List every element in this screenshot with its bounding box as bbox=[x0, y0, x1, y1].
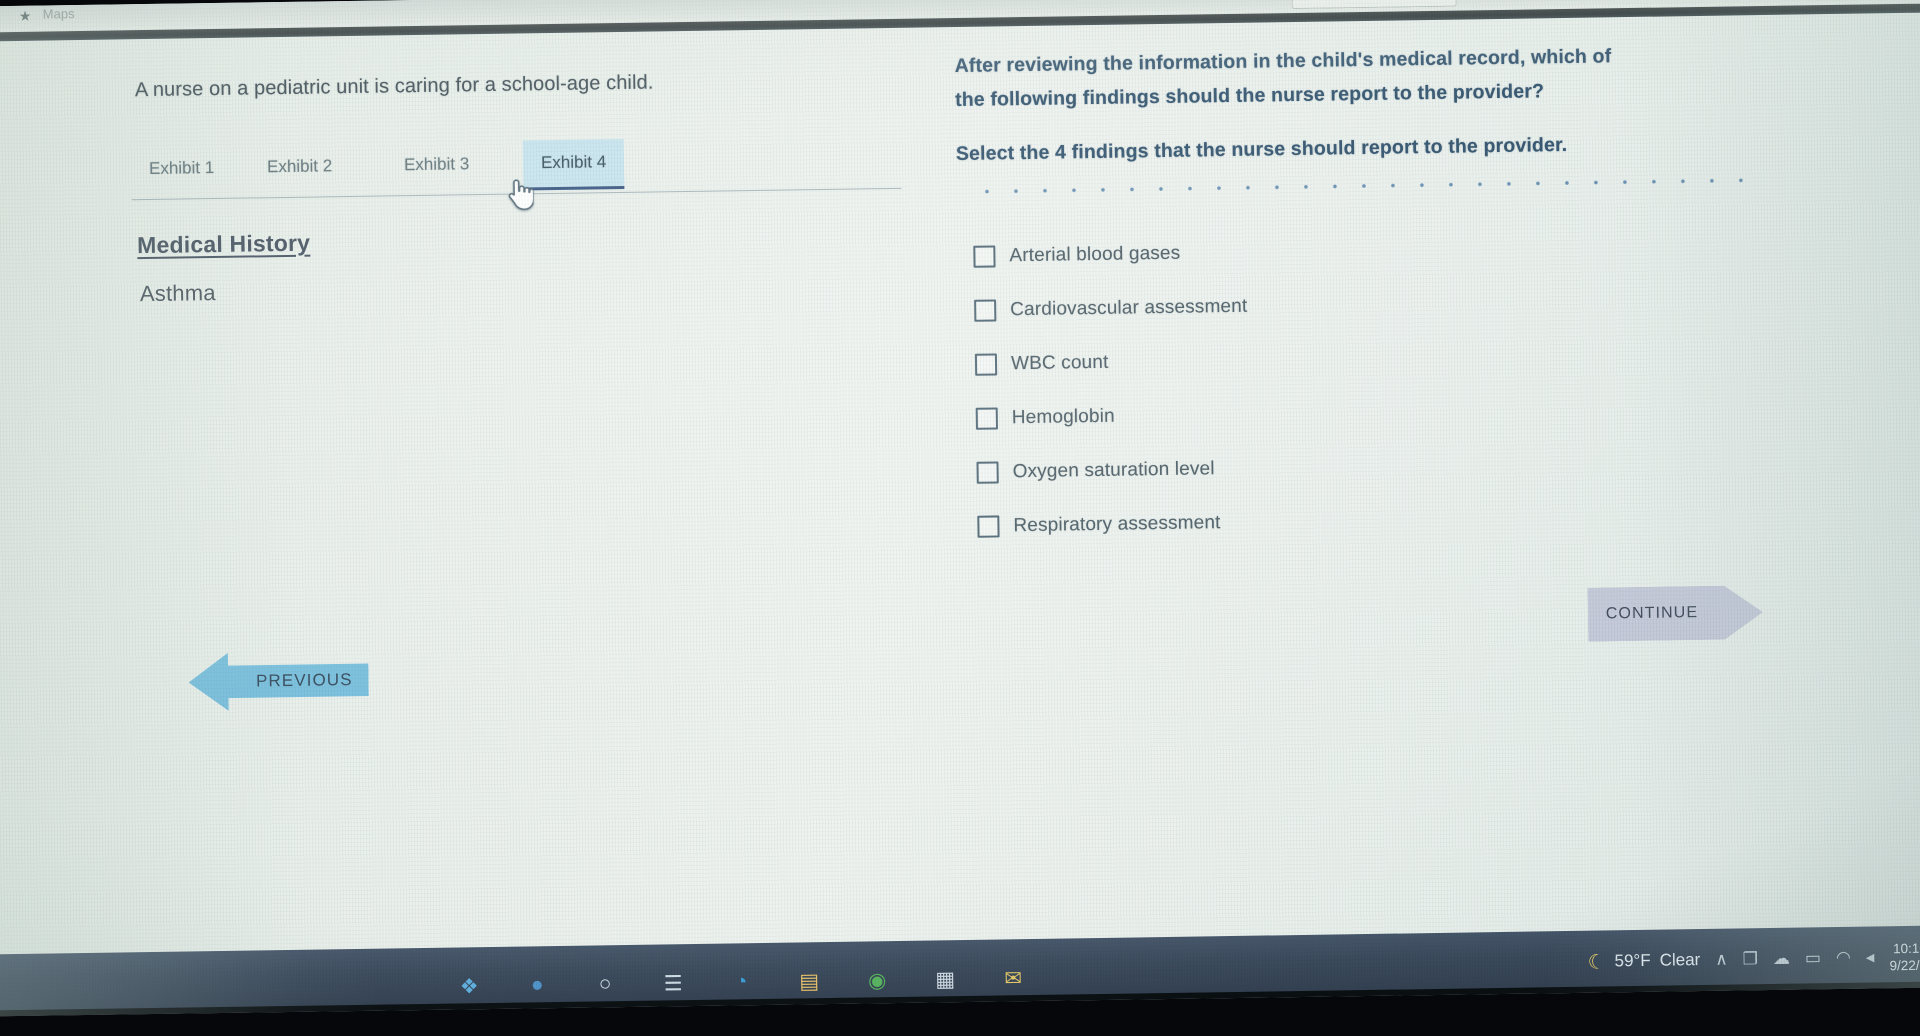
exhibit-section-title: Medical History bbox=[136, 229, 311, 259]
checkbox-oxygen-saturation-level[interactable] bbox=[976, 461, 999, 484]
answer-options-list: Arterial blood gases Cardiovascular asse… bbox=[973, 218, 1772, 554]
previous-button[interactable]: PREVIOUS bbox=[188, 651, 369, 712]
checkbox-wbc-count[interactable] bbox=[974, 353, 998, 376]
back-arrow-icon[interactable]: ← bbox=[0, 8, 2, 25]
weather-condition: Clear bbox=[1659, 950, 1701, 970]
taskbar-calculator-icon[interactable]: ▦ bbox=[924, 958, 967, 1001]
tab-exhibit-2[interactable]: Exhibit 2 bbox=[249, 143, 351, 194]
bookmark-icon[interactable]: ★ bbox=[19, 8, 37, 24]
pointer-hand-cursor bbox=[508, 179, 534, 211]
tab-exhibit-3[interactable]: Exhibit 3 bbox=[386, 141, 488, 192]
show-hidden-icons-chevron[interactable]: ∧ bbox=[1715, 950, 1728, 970]
taskbar-search-icon[interactable]: ● bbox=[516, 964, 559, 1007]
taskbar-chrome-icon[interactable]: ◉ bbox=[856, 959, 899, 1002]
dotted-divider bbox=[972, 178, 1763, 194]
question-instruction: Select the 4 findings that the nurse sho… bbox=[955, 133, 1568, 166]
taskbar-explorer-icon[interactable]: ▤ bbox=[788, 960, 831, 1003]
taskbar-mail-icon[interactable]: ✉ bbox=[992, 957, 1035, 1000]
question-stem: A nurse on a pediatric unit is caring fo… bbox=[134, 71, 654, 102]
option-label: Respiratory assessment bbox=[1013, 512, 1221, 537]
option-label: Hemoglobin bbox=[1011, 405, 1115, 429]
checkbox-hemoglobin[interactable] bbox=[975, 407, 999, 430]
clock-date: 9/22/2 bbox=[1889, 957, 1920, 974]
option-label: Cardiovascular assessment bbox=[1010, 295, 1248, 321]
exhibit-tabs: Exhibit 1 Exhibit 2 Exhibit 3 Exhibit 4 bbox=[131, 135, 922, 211]
option-label: WBC count bbox=[1010, 351, 1109, 375]
previous-button-label: PREVIOUS bbox=[255, 670, 353, 691]
bookmark-item-maps[interactable]: Maps bbox=[43, 6, 75, 21]
tab-exhibit-1[interactable]: Exhibit 1 bbox=[131, 145, 233, 196]
option-label: Arterial blood gases bbox=[1009, 242, 1181, 267]
onedrive-icon[interactable]: ❐ bbox=[1743, 949, 1759, 969]
exam-page: A nurse on a pediatric unit is caring fo… bbox=[0, 13, 1920, 982]
checkbox-cardiovascular-assessment[interactable] bbox=[974, 299, 997, 322]
exhibit-panel: A nurse on a pediatric unit is caring fo… bbox=[130, 68, 923, 308]
clock-time: 10:10 bbox=[1892, 940, 1920, 957]
taskbar-weather-widget[interactable]: ☾ 59°F Clear bbox=[1587, 948, 1700, 975]
moon-icon: ☾ bbox=[1587, 950, 1606, 974]
volume-icon[interactable]: ◂ bbox=[1866, 947, 1875, 967]
wifi-icon[interactable]: ◠ bbox=[1836, 948, 1851, 968]
computer-screen: ← ★ Maps A nurse on a pediatric unit is … bbox=[0, 0, 1920, 1017]
battery-icon[interactable]: ▭ bbox=[1805, 948, 1821, 968]
option-label: Oxygen saturation level bbox=[1012, 458, 1215, 483]
tab-exhibit-4[interactable]: Exhibit 4 bbox=[522, 138, 625, 191]
taskbar-taskview-icon[interactable]: ☰ bbox=[652, 962, 695, 1005]
continue-button-label: CONTINUE bbox=[1605, 604, 1699, 623]
checkbox-arterial-blood-gases[interactable] bbox=[973, 245, 996, 268]
screen-photo: ← ★ Maps A nurse on a pediatric unit is … bbox=[0, 0, 1920, 1036]
browser-toolbar-field[interactable] bbox=[1291, 0, 1457, 10]
checkbox-respiratory-assessment[interactable] bbox=[977, 515, 1000, 538]
continue-button[interactable]: CONTINUE bbox=[1587, 585, 1763, 642]
taskbar-cortana-icon[interactable]: ○ bbox=[584, 963, 627, 1006]
weather-temperature: 59°F bbox=[1614, 950, 1651, 971]
cloud-icon[interactable]: ☁ bbox=[1773, 949, 1790, 969]
question-panel: After reviewing the information in the c… bbox=[954, 37, 1771, 554]
option-row[interactable]: Respiratory assessment bbox=[977, 488, 1772, 554]
taskbar-edge-icon[interactable]: ◔ bbox=[720, 961, 763, 1004]
taskbar-start-icon[interactable]: ❖ bbox=[448, 965, 491, 1008]
taskbar-clock[interactable]: 10:10 9/22/2 bbox=[1889, 940, 1920, 975]
exhibit-section-body: Asthma bbox=[139, 280, 216, 307]
